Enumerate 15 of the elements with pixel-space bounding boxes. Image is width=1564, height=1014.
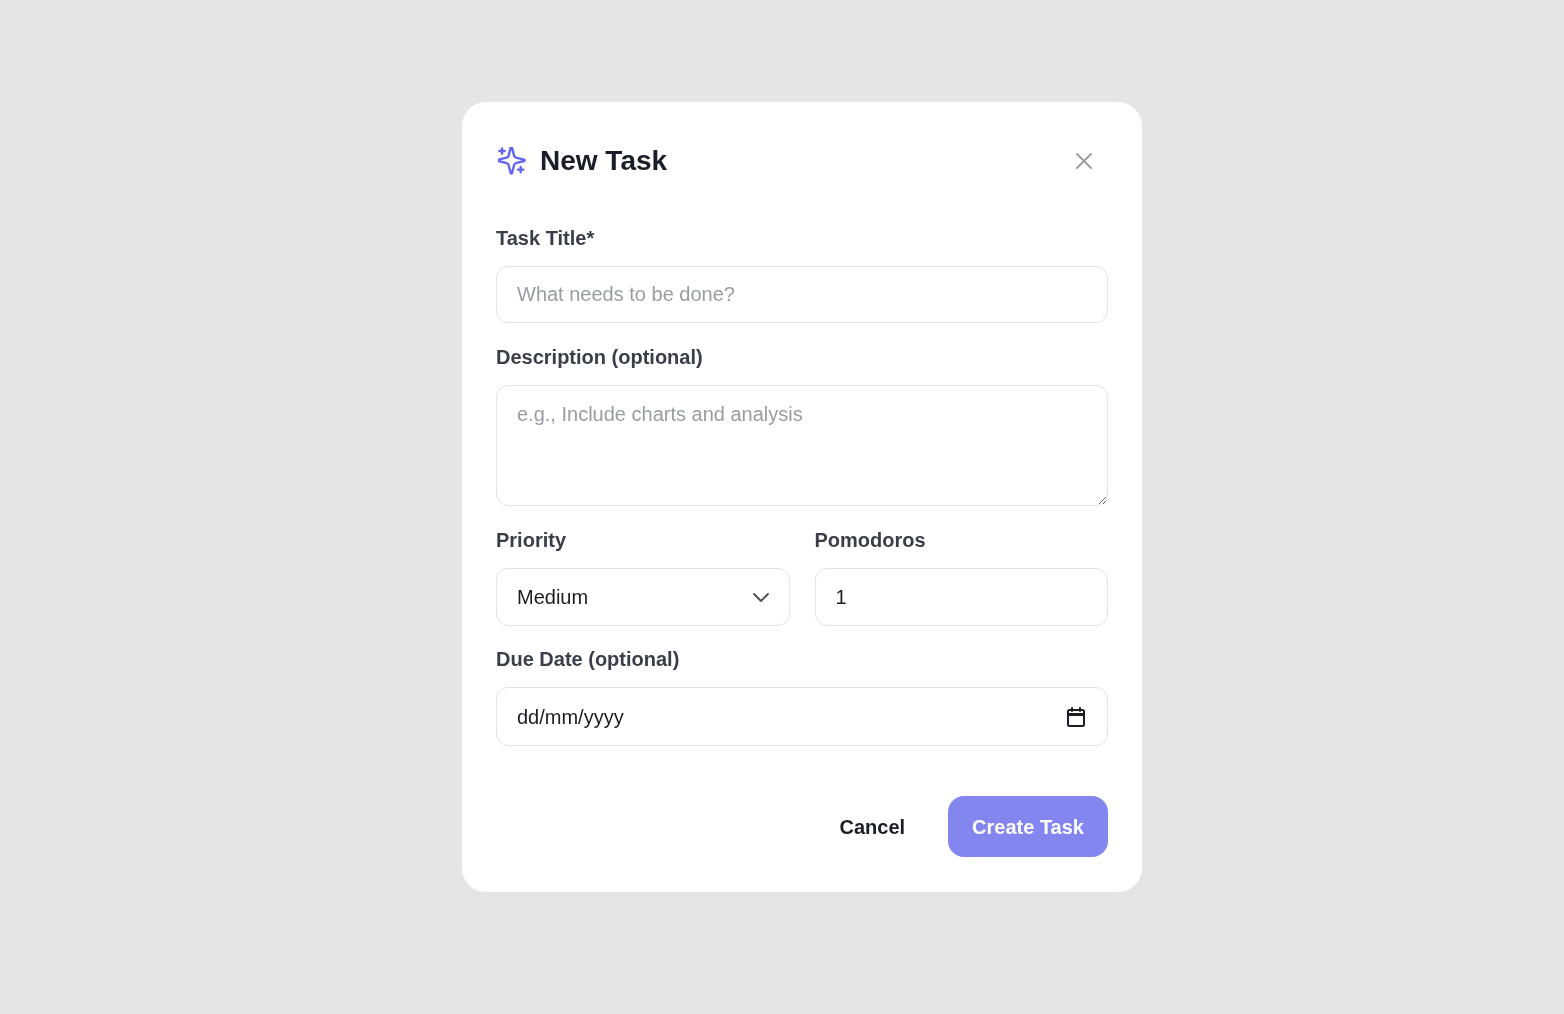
- chevron-down-icon: [752, 592, 769, 602]
- description-textarea[interactable]: e.g., Include charts and analysis: [496, 385, 1108, 506]
- field-label: Pomodoros: [814, 528, 926, 553]
- field-label: Priority: [496, 528, 567, 553]
- close-icon: [1076, 153, 1092, 169]
- title-input[interactable]: What needs to be done?: [496, 266, 1108, 323]
- dialog-title: New Task: [540, 144, 668, 178]
- field-label: Description (optional): [496, 345, 703, 370]
- sparkle-icon: [498, 147, 526, 175]
- pomodoros-input[interactable]: 1: [814, 568, 1108, 626]
- field-label: Due Date (optional): [496, 647, 680, 672]
- priority-select[interactable]: Medium: [496, 568, 790, 626]
- due-date-field[interactable]: dd/mm/yyyy: [496, 687, 1108, 746]
- field-label: Task Title*: [496, 226, 595, 251]
- calendar-icon: [1067, 706, 1085, 727]
